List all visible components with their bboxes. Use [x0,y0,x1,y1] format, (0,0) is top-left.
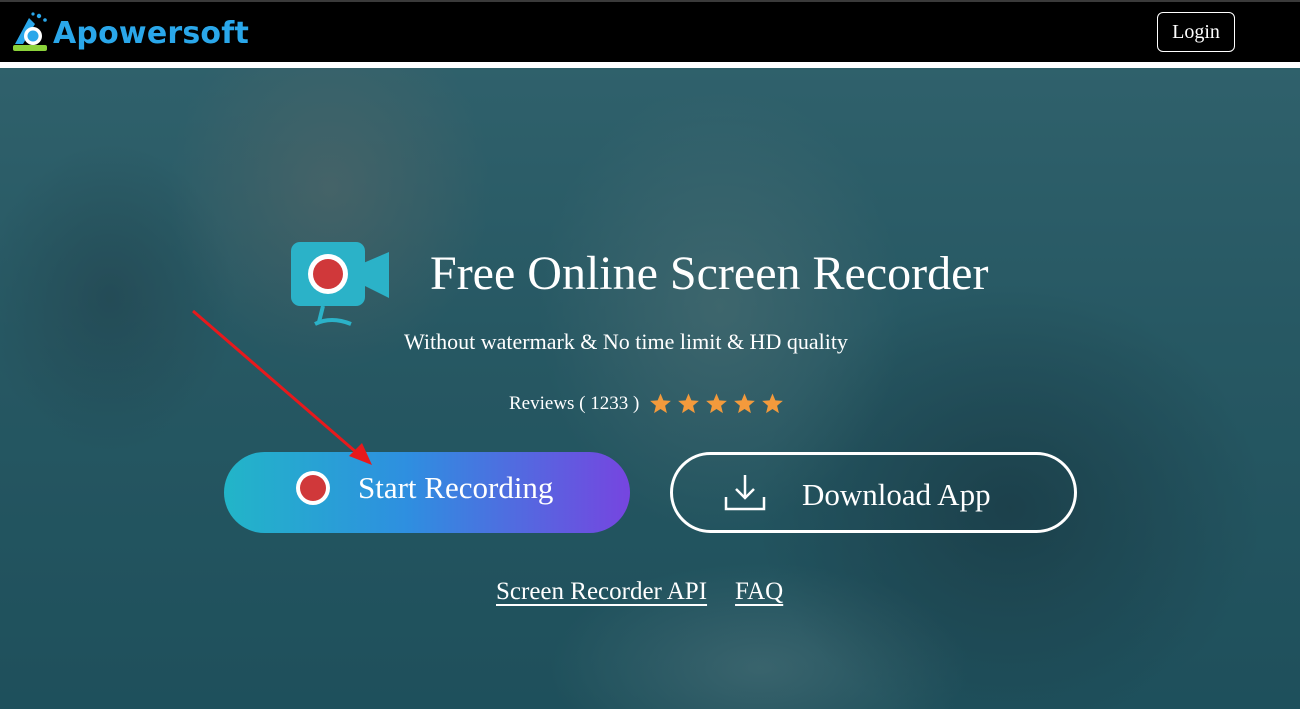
brand-name: Apowersoft [53,15,250,51]
faq-link[interactable]: FAQ [735,578,783,606]
star-icon [706,393,728,414]
hero-section: Free Online Screen Recorder Without wate… [0,68,1300,709]
star-icon [734,393,756,414]
camera-record-icon [291,242,389,326]
top-header: Apowersoft Login [0,0,1300,62]
download-icon [724,475,766,511]
star-icon [762,393,784,414]
screen-recorder-api-link[interactable]: Screen Recorder API [496,578,707,606]
reviews-rating: Reviews ( 1233 ) [509,392,784,415]
download-app-label: Download App [802,477,991,512]
download-app-button[interactable]: Download App [670,452,1077,533]
apowersoft-logo-icon [13,12,47,51]
star-icon [650,393,672,414]
record-dot-icon [296,471,330,505]
page-subtitle: Without watermark & No time limit & HD q… [404,329,848,354]
page-title: Free Online Screen Recorder [430,247,989,300]
brand-logo[interactable]: Apowersoft [9,8,249,56]
start-recording-label: Start Recording [358,470,554,505]
login-button[interactable]: Login [1157,12,1235,52]
star-icon [678,393,700,414]
reviews-count: Reviews ( 1233 ) [509,392,640,414]
start-recording-button[interactable]: Start Recording [224,452,630,533]
secondary-links: Screen Recorder API FAQ [496,578,783,606]
rating-stars [649,392,784,415]
hero-background-overlay [0,68,1300,709]
